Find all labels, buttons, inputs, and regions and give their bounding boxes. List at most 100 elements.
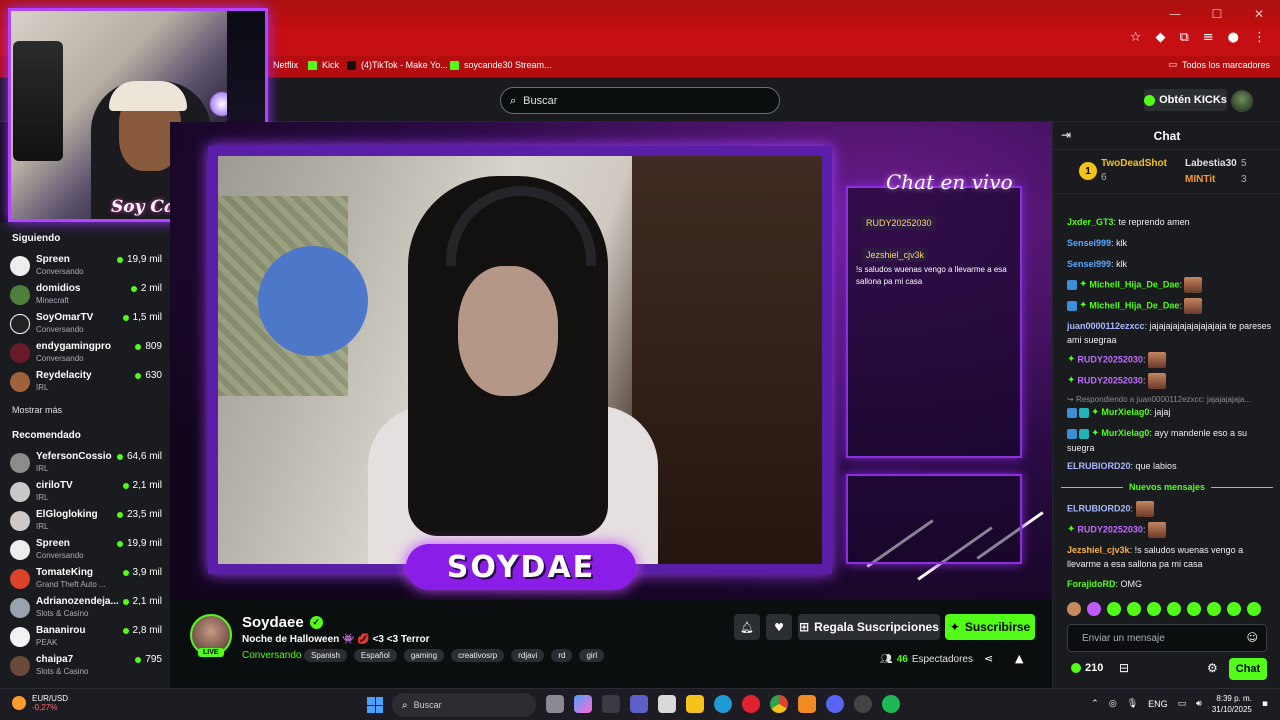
extension-diamond-icon[interactable]: ◆: [1155, 30, 1165, 45]
minimize-icon[interactable]: —: [1154, 0, 1196, 28]
tag[interactable]: rd: [551, 649, 573, 662]
viewers-number: 46: [896, 654, 908, 665]
notifications-icon[interactable]: ▪: [1262, 699, 1268, 709]
maximize-icon[interactable]: ☐: [1196, 0, 1238, 28]
sidebar-item-recommended[interactable]: Adrianozendeja... Slots & Casino 2,1 mil: [10, 594, 162, 622]
sidebar-item-recommended[interactable]: TomateKing Grand Theft Auto ... 3,9 mil: [10, 565, 162, 593]
chat-message-input[interactable]: Enviar un mensaje ☺: [1067, 624, 1267, 652]
emote-icon[interactable]: [1187, 602, 1201, 616]
app-icon[interactable]: [798, 695, 816, 713]
network-icon[interactable]: ▭: [1178, 699, 1187, 709]
tag[interactable]: Español: [353, 649, 397, 662]
tag[interactable]: Spanish: [304, 649, 347, 662]
sidebar-item-recommended[interactable]: chaipa7 Slots & Casino 795: [10, 652, 162, 680]
sidebar-item-following[interactable]: SoyOmarTV Conversando 1,5 mil: [10, 310, 162, 338]
channel-points[interactable]: 210: [1071, 662, 1103, 674]
chrome-icon[interactable]: [770, 695, 788, 713]
bookmark-netflix[interactable]: Netflix: [273, 60, 298, 70]
file-explorer-icon[interactable]: [686, 695, 704, 713]
user-avatar[interactable]: [1231, 90, 1253, 112]
app-icon[interactable]: [602, 695, 620, 713]
leaderboard-name[interactable]: Labestia30: [1185, 158, 1237, 169]
channel-category: Conversando: [36, 551, 84, 560]
emote-icon[interactable]: [1207, 602, 1221, 616]
mic-icon[interactable]: 🎙︎: [1127, 699, 1138, 709]
sidebar-item-following[interactable]: endygamingpro Conversando 809: [10, 339, 162, 367]
channel-category: Minecraft: [36, 296, 69, 305]
stream-category-link[interactable]: Conversando: [242, 650, 301, 661]
emote-icon[interactable]: [1087, 602, 1101, 616]
sidebar-item-recommended[interactable]: Spreen Conversando 19,9 mil: [10, 536, 162, 564]
edge-icon[interactable]: [714, 695, 732, 713]
streamer-name[interactable]: Soydaee ✓: [242, 614, 323, 631]
emote-icon[interactable]: [1107, 602, 1121, 616]
chat-send-button[interactable]: Chat: [1229, 658, 1267, 680]
emote-icon[interactable]: [1227, 602, 1241, 616]
share-icon[interactable]: ⋖: [984, 652, 993, 665]
app-tray-icon[interactable]: ◎: [1109, 699, 1117, 709]
sidebar-item-recommended[interactable]: YefersonCossio IRL 64,6 mil: [10, 449, 162, 477]
leaderboard-name[interactable]: MINTit: [1185, 174, 1215, 185]
bookmark-soycande[interactable]: soycande30 Stream...: [450, 60, 552, 70]
sidebar-item-following[interactable]: Reydelacity IRL 630: [10, 368, 162, 396]
sidebar-item-recommended[interactable]: ElGlogloking IRL 23,5 mil: [10, 507, 162, 535]
following-heading: Siguiendo: [12, 233, 61, 244]
close-icon[interactable]: ✕: [1238, 0, 1280, 28]
windows-start-icon[interactable]: [367, 697, 383, 713]
emoji-picker-icon[interactable]: ☺: [1247, 631, 1258, 644]
teams-icon[interactable]: [630, 695, 648, 713]
og-badge-icon: ✦: [1067, 375, 1076, 387]
chevron-up-icon[interactable]: ⌃: [1091, 699, 1099, 709]
discord-icon[interactable]: [826, 695, 844, 713]
video-player[interactable]: SOYDAE RUDY20252030 Jezshiel_cjv3k !s sa…: [170, 122, 1052, 600]
verified-icon: ✓: [309, 616, 323, 629]
extensions-icon[interactable]: ⧉: [1179, 30, 1188, 45]
opera-icon[interactable]: [742, 695, 760, 713]
bookmark-tiktok[interactable]: (4)TikTok - Make Yo...: [347, 60, 448, 70]
store-icon[interactable]: [658, 695, 676, 713]
clock[interactable]: 8:39 p. m. 31/10/2025: [1212, 693, 1252, 715]
sidebar-item-following[interactable]: domidios Minecraft 2 mil: [10, 281, 162, 309]
bookmark-all-folder[interactable]: ▭ Todos los marcadores: [1168, 60, 1270, 70]
menu-icon[interactable]: ⋮: [1253, 30, 1266, 45]
new-messages-divider[interactable]: Nuevos mensajes: [1061, 480, 1274, 494]
subscribe-button[interactable]: ✦ Suscribirse: [945, 614, 1035, 640]
tag[interactable]: gaming: [403, 649, 445, 662]
chat-message: ✦ MurXielag0: jajaj: [1067, 405, 1273, 420]
emote-icon[interactable]: [1247, 602, 1261, 616]
star-icon[interactable]: ☆: [1130, 30, 1142, 45]
tag[interactable]: creativosrp: [451, 649, 505, 662]
tag[interactable]: rdjavi: [511, 649, 545, 662]
profile-icon[interactable]: ●: [1228, 30, 1239, 45]
media-queue-icon[interactable]: ≡: [1203, 30, 1214, 45]
avatar: [10, 627, 30, 647]
sidebar-item-recommended[interactable]: ciriloTV IRL 2,1 mil: [10, 478, 162, 506]
report-icon[interactable]: ▲: [1015, 652, 1023, 665]
copilot-icon[interactable]: [574, 695, 592, 713]
sidebar-item-recommended[interactable]: Bananirou PEAK 2,8 mil: [10, 623, 162, 651]
show-more-link[interactable]: Mostrar más: [12, 405, 62, 415]
emote-icon[interactable]: [1147, 602, 1161, 616]
sidebar-item-following[interactable]: Spreen Conversando 19,9 mil: [10, 252, 162, 280]
leaderboard-name[interactable]: TwoDeadShot: [1101, 158, 1167, 169]
emote-icon[interactable]: [1067, 602, 1081, 616]
tag[interactable]: girl: [579, 649, 605, 662]
taskbar-search[interactable]: ⌕ Buscar: [392, 693, 536, 717]
volume-icon[interactable]: 🔊︎: [1196, 699, 1202, 709]
language-indicator[interactable]: ENG: [1148, 699, 1168, 709]
clock-time: 8:39 p. m.: [1216, 694, 1252, 703]
task-view-icon[interactable]: [546, 695, 564, 713]
emote-icon[interactable]: [1167, 602, 1181, 616]
gift-icon[interactable]: ⊟: [1119, 661, 1129, 675]
spotify-icon[interactable]: [882, 695, 900, 713]
notification-bell-button[interactable]: 🔔︎: [734, 614, 760, 640]
app-icon[interactable]: [854, 695, 872, 713]
emote-icon[interactable]: [1127, 602, 1141, 616]
gift-subs-button[interactable]: ⊞ Regala Suscripciones: [798, 614, 940, 640]
bookmark-kick[interactable]: Kick: [308, 60, 339, 70]
ticker-widget[interactable]: EUR/USD -0,27%: [12, 694, 68, 712]
search-input[interactable]: ⌕ Buscar: [500, 87, 780, 114]
get-kicks-button[interactable]: Obtén KICKs: [1144, 89, 1227, 111]
settings-gear-icon[interactable]: ⚙: [1207, 661, 1218, 675]
follow-heart-button[interactable]: ♥: [766, 614, 792, 640]
